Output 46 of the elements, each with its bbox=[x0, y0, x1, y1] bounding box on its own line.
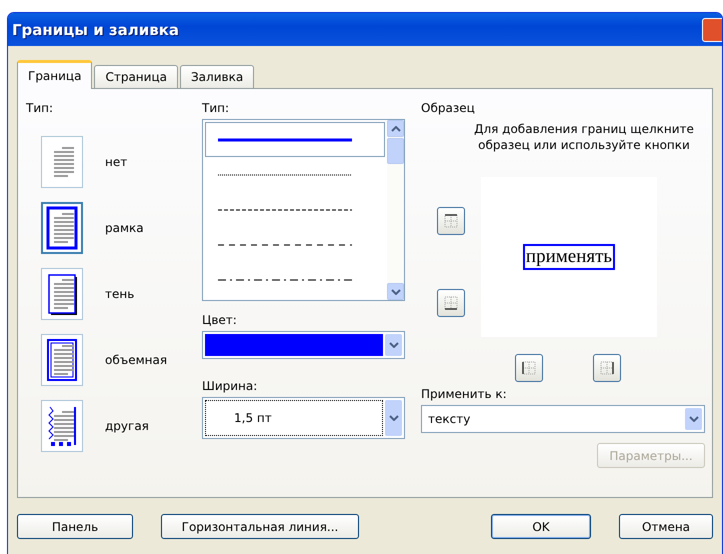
color-label: Цвет: bbox=[201, 313, 238, 327]
bottom-border-button[interactable] bbox=[437, 289, 465, 317]
scroll-down-button[interactable] bbox=[387, 283, 404, 300]
preview-area[interactable]: применять bbox=[481, 177, 657, 337]
close-button[interactable] bbox=[702, 18, 722, 42]
scroll-up-button[interactable] bbox=[387, 120, 404, 137]
preview-label: Образец bbox=[421, 101, 476, 115]
dialog-button[interactable]: OK bbox=[491, 514, 591, 539]
apply-label: Применить к: bbox=[421, 387, 508, 401]
left-border-button[interactable] bbox=[515, 354, 543, 382]
top-border-button[interactable] bbox=[437, 207, 465, 235]
preset-label: другая bbox=[105, 419, 149, 433]
setting-label: Тип: bbox=[26, 101, 54, 115]
color-dropdown[interactable] bbox=[202, 331, 405, 359]
tab[interactable]: Граница bbox=[17, 60, 92, 89]
sample-text: применять bbox=[522, 244, 616, 270]
preview-hint: Для добавления границ щелкните образец или используйте кнопки bbox=[473, 121, 695, 153]
scroll-thumb[interactable] bbox=[387, 138, 404, 164]
width-label: Ширина: bbox=[201, 379, 258, 393]
border-preset-button[interactable] bbox=[41, 400, 83, 452]
dialog-button[interactable]: Отмена bbox=[619, 514, 713, 539]
window-title: Границы и заливка bbox=[12, 20, 180, 38]
border-preset-button[interactable] bbox=[41, 334, 83, 386]
apply-dropdown[interactable]: тексту bbox=[421, 405, 705, 433]
dialog-button[interactable]: Панель bbox=[17, 514, 133, 539]
border-edge-icon bbox=[520, 359, 538, 377]
tab[interactable]: Страница bbox=[94, 65, 178, 88]
scroll-bar[interactable] bbox=[387, 120, 404, 300]
dialog-button[interactable]: Горизонтальная линия... bbox=[161, 514, 359, 539]
preset-label: рамка bbox=[105, 221, 144, 235]
page-border-icon bbox=[45, 337, 79, 383]
border-edge-icon bbox=[598, 359, 616, 377]
page-border-icon bbox=[45, 205, 79, 251]
preset-label: тень bbox=[105, 287, 134, 301]
line-style-list[interactable] bbox=[202, 119, 405, 301]
right-border-button[interactable] bbox=[593, 354, 621, 382]
border-edge-icon bbox=[442, 212, 460, 230]
width-dropdown[interactable]: 1,5 пт bbox=[202, 397, 405, 439]
preset-label: объемная bbox=[105, 353, 168, 367]
border-preset-button[interactable] bbox=[41, 268, 83, 320]
border-edge-icon bbox=[442, 294, 460, 312]
border-preset-button[interactable] bbox=[41, 202, 83, 254]
preset-label: нет bbox=[105, 155, 128, 169]
line-style-item[interactable] bbox=[205, 122, 385, 158]
style-label: Тип: bbox=[201, 101, 230, 115]
tab[interactable]: Заливка bbox=[180, 65, 254, 88]
